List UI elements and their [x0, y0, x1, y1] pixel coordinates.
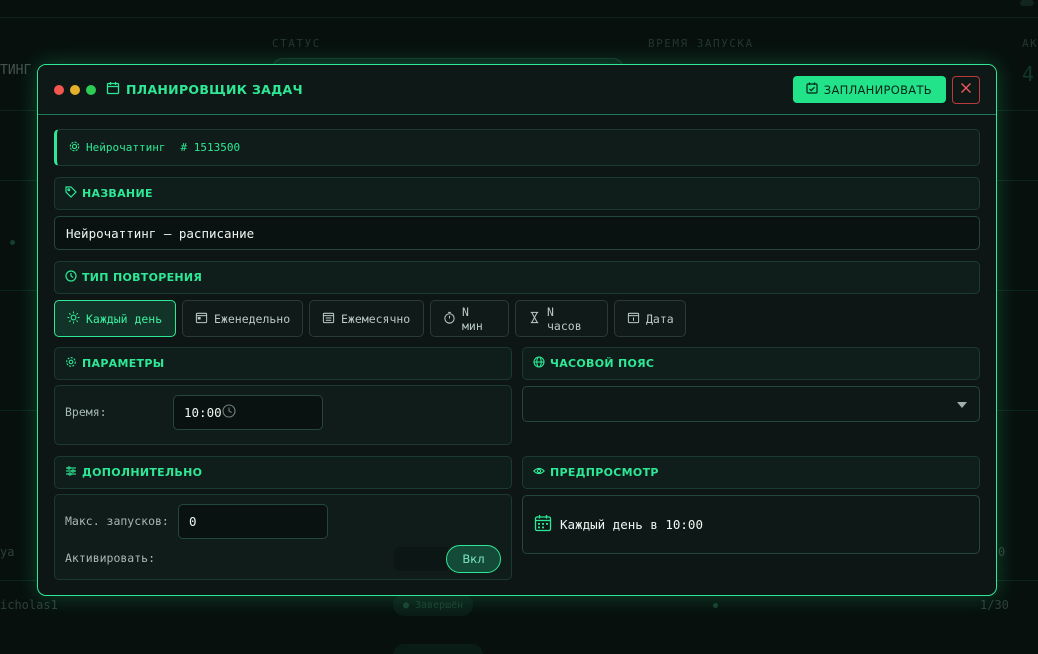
- repeat-option-label: Еженедельно: [214, 311, 291, 326]
- repeat-option-label: Дата: [646, 311, 674, 326]
- gear-icon: [65, 356, 77, 371]
- extra-section-title: ДОПОЛНИТЕЛЬНО: [82, 466, 203, 479]
- repeat-option-label: Каждый день: [86, 311, 163, 326]
- name-section-header: НАЗВАНИЕ: [54, 177, 980, 210]
- repeat-section-title: ТИП ПОВТОРЕНИЯ: [82, 271, 203, 284]
- schedule-button-label: ЗАПЛАНИРОВАТЬ: [823, 82, 932, 97]
- activate-toggle-track[interactable]: [394, 547, 448, 571]
- extra-section-header: ДОПОЛНИТЕЛЬНО: [54, 456, 512, 489]
- task-name: Нейрочаттинг: [86, 141, 166, 154]
- task-name-input[interactable]: Нейрочаттинг — расписание: [54, 216, 980, 250]
- repeat-option-minutes[interactable]: N мин: [430, 300, 509, 337]
- timezone-select[interactable]: [522, 386, 980, 422]
- preview-text: Каждый день в 10:00: [560, 517, 703, 532]
- repeat-option-weekly[interactable]: Еженедельно: [182, 300, 303, 337]
- params-section-header: ПАРАМЕТРЫ: [54, 347, 512, 380]
- sliders-icon: [65, 465, 77, 480]
- repeat-section-header: ТИП ПОВТОРЕНИЯ: [54, 261, 980, 294]
- time-value: 10:00: [184, 405, 222, 420]
- calendar-grid-icon: [534, 514, 552, 535]
- calendar-week-icon: [195, 311, 208, 327]
- repeat-option-label: N мин: [462, 304, 483, 333]
- repeat-option-label: Ежемесячно: [341, 311, 411, 326]
- calendar-month-icon: [322, 311, 335, 327]
- modal-header: ПЛАНИРОВЩИК ЗАДАЧ ЗАПЛАНИРОВАТЬ: [38, 65, 996, 115]
- sun-icon: [67, 310, 80, 327]
- activate-label: Активировать:: [65, 551, 156, 565]
- params-section-title: ПАРАМЕТРЫ: [82, 357, 165, 370]
- repeat-option-daily[interactable]: Каждый день: [54, 300, 176, 337]
- modal-title: ПЛАНИРОВЩИК ЗАДАЧ: [106, 81, 303, 98]
- activate-toggle[interactable]: Вкл: [446, 545, 501, 573]
- hourglass-icon: [528, 311, 541, 327]
- close-dot-icon[interactable]: [54, 84, 64, 95]
- maximize-dot-icon[interactable]: [86, 84, 96, 95]
- minimize-dot-icon[interactable]: [70, 84, 80, 95]
- repeat-option-monthly[interactable]: Ежемесячно: [309, 300, 424, 337]
- repeat-option-hours[interactable]: N часов: [515, 300, 608, 337]
- task-identifier: Нейрочаттинг # 1513500: [54, 129, 980, 166]
- clock-icon[interactable]: [222, 404, 236, 421]
- chevron-down-icon: [957, 402, 967, 408]
- max-runs-input[interactable]: 0: [178, 504, 328, 539]
- repeat-option-date[interactable]: Дата: [614, 300, 686, 337]
- globe-icon: [533, 356, 545, 371]
- calendar-date-icon: [627, 311, 640, 327]
- eye-icon: [533, 465, 545, 480]
- max-runs-label: Макс. запусков:: [65, 514, 169, 528]
- task-scheduler-modal: ПЛАНИРОВЩИК ЗАДАЧ ЗАПЛАНИРОВАТЬ Нейрочат…: [37, 64, 997, 596]
- timezone-section-title: ЧАСОВОЙ ПОЯС: [550, 357, 655, 370]
- calendar-icon: [106, 81, 120, 98]
- repeat-type-options: Каждый день Еженедельно Ежемесячно N мин: [54, 300, 686, 337]
- close-button[interactable]: [952, 75, 980, 104]
- task-number: # 1513500: [180, 141, 241, 154]
- gear-icon: [68, 140, 81, 156]
- timezone-section-header: ЧАСОВОЙ ПОЯС: [522, 347, 980, 380]
- repeat-option-label: N часов: [547, 304, 582, 333]
- clock-icon: [65, 270, 77, 285]
- schedule-preview: Каждый день в 10:00: [522, 495, 980, 554]
- close-icon: [960, 82, 972, 97]
- name-section-title: НАЗВАНИЕ: [82, 187, 153, 200]
- schedule-button[interactable]: ЗАПЛАНИРОВАТЬ: [792, 76, 946, 103]
- time-input[interactable]: 10:00: [173, 395, 323, 430]
- calendar-check-icon: [806, 82, 818, 97]
- time-label: Время:: [65, 405, 107, 419]
- modal-title-text: ПЛАНИРОВЩИК ЗАДАЧ: [126, 82, 303, 97]
- tag-icon: [65, 186, 77, 201]
- window-controls: [54, 84, 96, 95]
- preview-section-header: ПРЕДПРОСМОТР: [522, 456, 980, 489]
- stopwatch-icon: [443, 311, 456, 327]
- preview-section-title: ПРЕДПРОСМОТР: [550, 466, 659, 479]
